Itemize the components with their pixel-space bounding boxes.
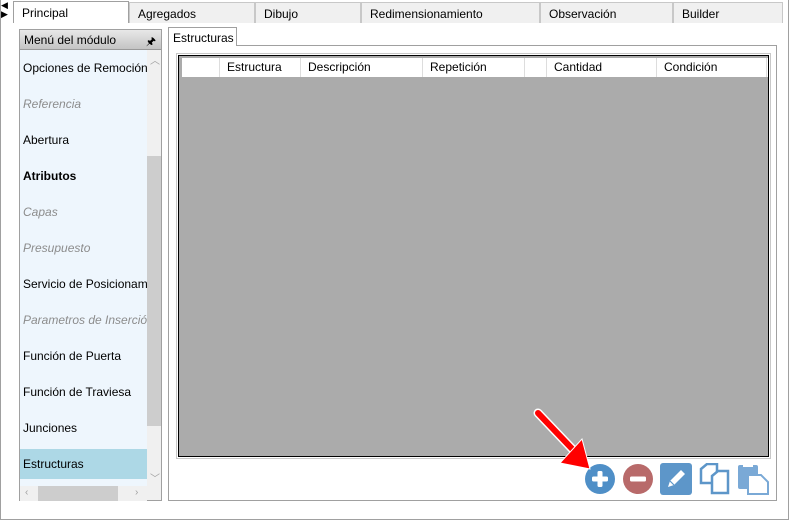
tab-label: Principal — [22, 6, 69, 20]
column-header-repeticion[interactable]: Repetición — [423, 58, 525, 77]
module-menu-title: Menú del módulo — [24, 33, 117, 47]
column-header-estructura[interactable]: Estructura — [220, 58, 301, 77]
module-menu-list: Opciones de Remoción Referencia Abertura… — [20, 50, 147, 486]
menu-item-parametros-insercion: Parametros de Inserción — [23, 313, 147, 327]
scroll-left-icon[interactable]: ‹ — [25, 487, 28, 498]
tab-label: Observación — [549, 7, 617, 21]
scroll-right-icon[interactable]: › — [135, 487, 138, 498]
menu-item-atributos[interactable]: Atributos — [20, 161, 147, 191]
menu-item-capas: Capas — [23, 205, 58, 219]
paste-button[interactable] — [737, 463, 769, 495]
column-header-blank[interactable] — [525, 58, 547, 77]
module-menu-panel: Menú del módulo 🖈 Opciones de Remoción R… — [19, 29, 162, 501]
grid-header: Estructura Descripción Repetición Cantid… — [182, 58, 768, 77]
tab-principal[interactable]: Principal — [13, 1, 129, 23]
edit-button[interactable] — [660, 463, 692, 495]
tab-label: Redimensionamiento — [370, 7, 483, 21]
menu-item-referencia: Referencia — [23, 97, 82, 111]
menu-item-funcion-traviesa[interactable]: Función de Traviesa — [20, 377, 147, 407]
horizontal-scrollbar[interactable]: ‹ › — [20, 486, 147, 501]
estructuras-grid[interactable]: Estructura Descripción Repetición Cantid… — [176, 53, 771, 459]
remove-button[interactable] — [622, 463, 654, 495]
tab-scroll-arrows[interactable]: ◀ ▶ — [1, 1, 11, 19]
menu-item-junciones[interactable]: Junciones — [20, 413, 147, 443]
tab-redimensionamiento[interactable]: Redimensionamiento — [361, 2, 540, 23]
tab-estructuras[interactable]: Estructuras — [168, 27, 237, 46]
tab-builder[interactable]: Builder — [673, 2, 783, 23]
menu-item-servicio-posicionamiento[interactable]: Servicio de Posicionamiento — [20, 269, 147, 299]
menu-item-opciones-remocion[interactable]: Opciones de Remoción — [20, 53, 147, 83]
column-header-cantidad[interactable]: Cantidad — [547, 58, 657, 77]
menu-item-abertura[interactable]: Abertura — [20, 125, 147, 155]
tab-label: Agregados — [138, 7, 197, 21]
tab-label: Dibujo — [264, 7, 299, 21]
vertical-scrollbar[interactable]: ︿ ﹀ — [147, 50, 161, 486]
horizontal-scroll-thumb[interactable] — [38, 486, 118, 501]
scroll-down-icon[interactable]: ﹀ — [150, 470, 160, 485]
module-menu-header: Menú del módulo 🖈 — [20, 30, 161, 50]
tab-dibujo[interactable]: Dibujo — [255, 2, 361, 23]
copy-button[interactable] — [699, 463, 731, 495]
column-header-select[interactable] — [182, 58, 220, 77]
column-header-condicion[interactable]: Condición — [657, 58, 767, 77]
red-arrow-annotation — [533, 408, 591, 470]
menu-item-presupuesto: Presupuesto — [23, 241, 91, 255]
scroll-up-icon[interactable]: ︿ — [150, 52, 160, 67]
vertical-scroll-thumb[interactable] — [147, 156, 161, 426]
tab-observacion[interactable]: Observación — [540, 2, 673, 23]
menu-item-estructuras[interactable]: Estructuras — [20, 449, 147, 479]
tab-label: Builder — [682, 7, 720, 21]
menu-item-funcion-puerta[interactable]: Función de Puerta — [20, 341, 147, 371]
tab-agregados[interactable]: Agregados — [129, 2, 255, 23]
tab-label: Estructuras — [173, 31, 234, 45]
column-header-descripcion[interactable]: Descripción — [301, 58, 423, 77]
